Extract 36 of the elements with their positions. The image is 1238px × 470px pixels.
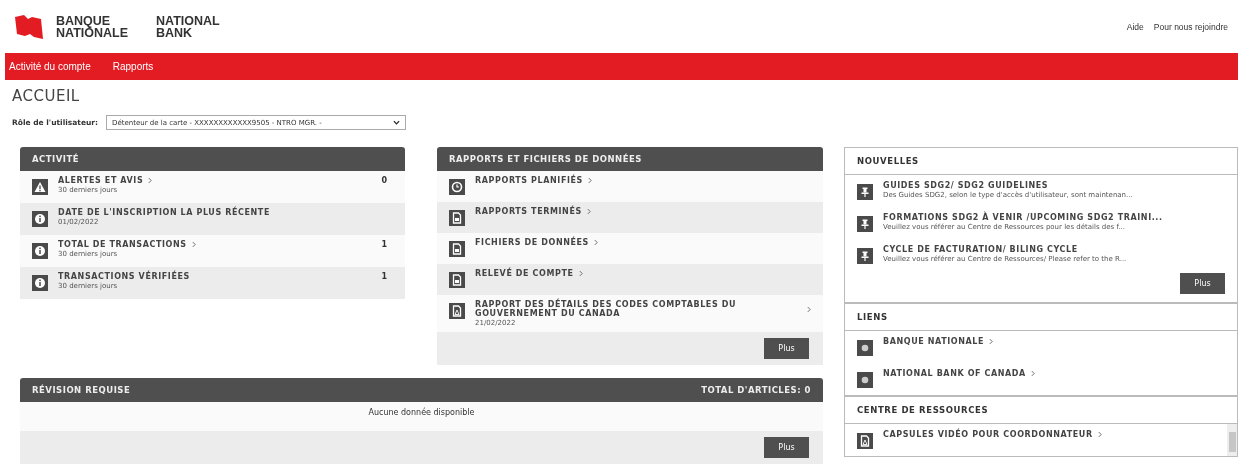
- panel-title: RAPPORTS ET FICHIERS DE DONNÉES: [449, 154, 642, 164]
- more-button[interactable]: Plus: [1180, 273, 1225, 294]
- item-link[interactable]: BANQUE NATIONALE: [883, 337, 985, 346]
- item-link[interactable]: CAPSULES VIDÉO POUR COORDONNATEUR: [883, 430, 1093, 439]
- nav-tab[interactable]: Rapports: [112, 59, 154, 74]
- section-title: NOUVELLES: [845, 148, 1237, 175]
- item-link[interactable]: RELEVÉ DE COMPTE: [475, 269, 574, 278]
- news-title: FORMATIONS SDG2 À VENIR /UPCOMING SDG2 TRAINI...: [883, 213, 1164, 222]
- logo-text: BANQUE NATIONALE: [56, 14, 128, 39]
- item-title: DATE DE L'INSCRIPTION LA PLUS RÉCENTE: [58, 208, 271, 217]
- empty-message: Aucune donnée disponible: [20, 402, 823, 431]
- header-link[interactable]: Aide: [1126, 21, 1144, 32]
- news-title: CYCLE DE FACTURATION/ BILING CYCLE: [883, 245, 1079, 254]
- item-link[interactable]: RAPPORTS PLANIFIÉS: [475, 176, 583, 185]
- item-link[interactable]: RAPPORT DES DÉTAILS DES CODES COMPTABLES DU GOUVERNEMENT DU CANADA: [475, 300, 802, 318]
- item-count: 1: [381, 272, 387, 281]
- news-title: GUIDES SDG2/ SDG2 GUIDELINES: [883, 181, 1050, 190]
- header-link[interactable]: Pour nous rejoindre: [1153, 21, 1228, 32]
- item-link[interactable]: TOTAL DE TRANSACTIONS: [58, 240, 187, 249]
- logo-text: NATIONAL BANK: [156, 14, 220, 39]
- item-link[interactable]: NATIONAL BANK OF CANADA: [883, 369, 1026, 378]
- item-count: 1: [381, 240, 387, 249]
- total-count: TOTAL D'ARTICLES: 0: [701, 385, 811, 395]
- section-title: CENTRE DE RESSOURCES: [845, 397, 1237, 424]
- more-button[interactable]: Plus: [764, 338, 809, 359]
- nav-tab[interactable]: Activité du compte: [9, 59, 91, 74]
- panel-title: RÉVISION REQUISE: [32, 385, 131, 395]
- page-title: ACCUEIL: [12, 87, 81, 105]
- section-title: LIENS: [845, 304, 1237, 331]
- item-link[interactable]: ALERTES ET AVIS: [58, 176, 144, 185]
- more-button[interactable]: Plus: [764, 437, 809, 458]
- item-link[interactable]: FICHIERS DE DONNÉES: [475, 238, 589, 247]
- panel-title: ACTIVITÉ: [32, 154, 80, 164]
- item-link[interactable]: RAPPORTS TERMINÉS: [475, 207, 582, 216]
- item-title: TRANSACTIONS VÉRIFIÉES: [58, 272, 191, 281]
- item-count: 0: [381, 176, 387, 185]
